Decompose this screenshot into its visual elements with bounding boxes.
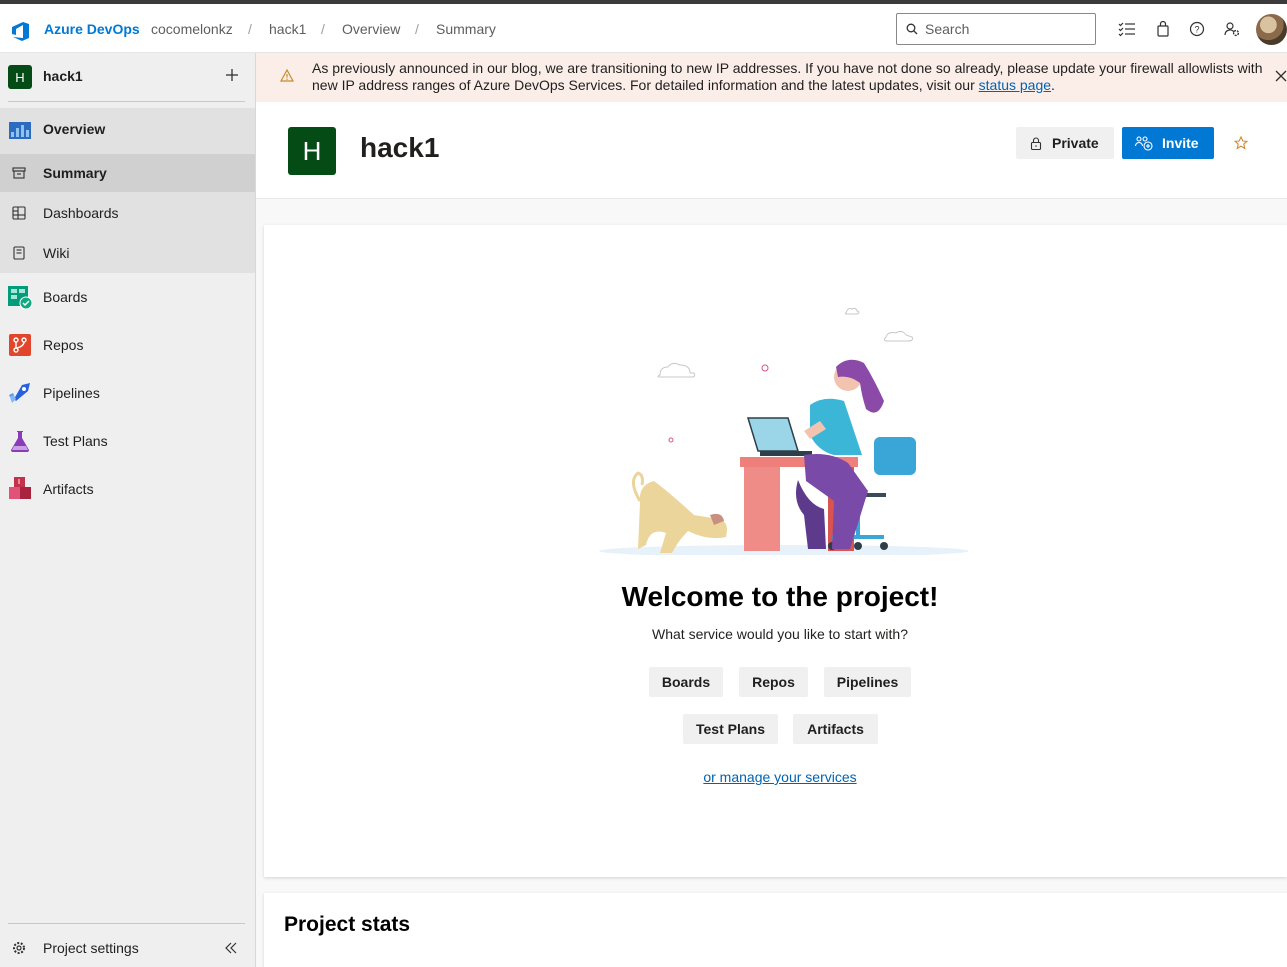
invite-button[interactable]: Invite (1122, 127, 1214, 159)
project-name[interactable]: hack1 (43, 68, 83, 84)
invite-label: Invite (1162, 135, 1199, 151)
sidebar-item-label: Repos (43, 337, 84, 353)
user-settings-icon[interactable] (1221, 18, 1243, 40)
private-button[interactable]: Private (1016, 127, 1114, 159)
summary-icon (12, 167, 26, 179)
welcome-card: Welcome to the project! What service wou… (264, 225, 1287, 877)
project-stats-heading: Project stats (284, 913, 411, 936)
sidebar-item-artifacts[interactable]: Artifacts (0, 475, 255, 503)
sidebar-item-label: Boards (43, 289, 88, 305)
ip-transition-banner: As previously announced in our blog, we … (256, 53, 1287, 102)
manage-services-link[interactable]: or manage your services (703, 769, 856, 785)
search-input[interactable] (925, 18, 1085, 40)
azure-devops-logo-icon[interactable] (10, 20, 32, 42)
artifacts-service-button[interactable]: Artifacts (793, 714, 878, 744)
work-items-icon[interactable] (1116, 18, 1138, 40)
sidebar-item-label: Overview (43, 121, 106, 137)
close-icon[interactable] (1275, 70, 1287, 82)
banner-suffix: . (1051, 77, 1055, 93)
welcome-illustration (599, 307, 968, 555)
sidebar-item-overview[interactable]: Overview (0, 115, 255, 143)
gear-icon (13, 942, 25, 954)
sidebar-item-wiki[interactable]: Wiki (0, 241, 255, 265)
manage-services: or manage your services (264, 769, 1287, 785)
sidebar-item-pipelines[interactable]: Pipelines (0, 379, 255, 407)
sidebar-item-summary[interactable]: Summary (0, 161, 255, 185)
project-header: H hack1 Private Invite (256, 102, 1287, 199)
breadcrumb-summary[interactable]: Summary (436, 21, 496, 37)
test-plans-icon (11, 431, 29, 452)
test-plans-service-button[interactable]: Test Plans (683, 714, 778, 744)
project-settings-button[interactable]: Project settings (0, 936, 255, 960)
svg-text:?: ? (1194, 25, 1199, 35)
sidebar-item-label: Pipelines (43, 385, 100, 401)
sidebar-item-label: Dashboards (43, 205, 119, 221)
top-bar: Azure DevOps cocomelonkz / hack1 / Overv… (0, 0, 1287, 53)
dashboards-icon (12, 206, 26, 220)
plus-icon[interactable] (222, 65, 242, 85)
welcome-question: What service would you like to start wit… (652, 626, 908, 642)
welcome-heading: Welcome to the project! (621, 581, 939, 612)
sidebar-item-boards[interactable]: Boards (0, 283, 255, 311)
project-stats-card: Project stats (264, 893, 1287, 967)
project-avatar: H (288, 127, 336, 175)
collapse-sidebar-icon[interactable] (225, 942, 237, 954)
pipelines-service-button[interactable]: Pipelines (824, 667, 911, 697)
breadcrumb-separator: / (248, 21, 252, 37)
help-icon[interactable]: ? (1186, 18, 1208, 40)
page-title: hack1 (360, 132, 440, 163)
search-box[interactable] (896, 13, 1096, 45)
pipelines-icon (9, 383, 30, 403)
project-tile-icon[interactable]: H (8, 65, 32, 89)
sidebar-item-label: Test Plans (43, 433, 108, 449)
banner-message: As previously announced in our blog, we … (312, 60, 1267, 94)
user-avatar[interactable] (1256, 14, 1287, 45)
lock-icon (1030, 136, 1042, 150)
banner-text: As previously announced in our blog, we … (312, 60, 1263, 93)
sidebar-item-label: Wiki (43, 245, 70, 261)
sidebar-item-dashboards[interactable]: Dashboards (0, 201, 255, 225)
artifacts-icon (9, 477, 31, 499)
sidebar-item-label: Artifacts (43, 481, 94, 497)
breadcrumb-separator: / (321, 21, 325, 37)
marketplace-bag-icon[interactable] (1152, 18, 1174, 40)
status-page-link[interactable]: status page (979, 77, 1051, 93)
wiki-icon (13, 246, 25, 260)
breadcrumb-project[interactable]: hack1 (269, 21, 306, 37)
sidebar-item-test-plans[interactable]: Test Plans (0, 427, 255, 455)
project-settings-label: Project settings (43, 940, 139, 956)
breadcrumb-separator: / (415, 21, 419, 37)
left-navigation: H hack1 Overview Summary Dashboards Wiki… (0, 53, 256, 967)
sidebar-divider (8, 101, 245, 102)
sidebar-item-label: Summary (43, 165, 107, 181)
overview-icon (9, 122, 31, 139)
repos-icon (9, 334, 31, 356)
add-people-icon (1135, 136, 1153, 151)
private-label: Private (1052, 135, 1099, 151)
breadcrumb-overview[interactable]: Overview (342, 21, 400, 37)
favorite-star-icon[interactable] (1234, 136, 1248, 150)
sidebar-divider (8, 923, 245, 924)
boards-icon (8, 286, 32, 309)
breadcrumb-organization[interactable]: cocomelonkz (151, 21, 233, 37)
warning-icon (280, 69, 294, 82)
sidebar-item-repos[interactable]: Repos (0, 331, 255, 359)
boards-service-button[interactable]: Boards (649, 667, 723, 697)
brand-link[interactable]: Azure DevOps (44, 21, 140, 37)
search-icon (906, 23, 918, 35)
repos-service-button[interactable]: Repos (739, 667, 808, 697)
